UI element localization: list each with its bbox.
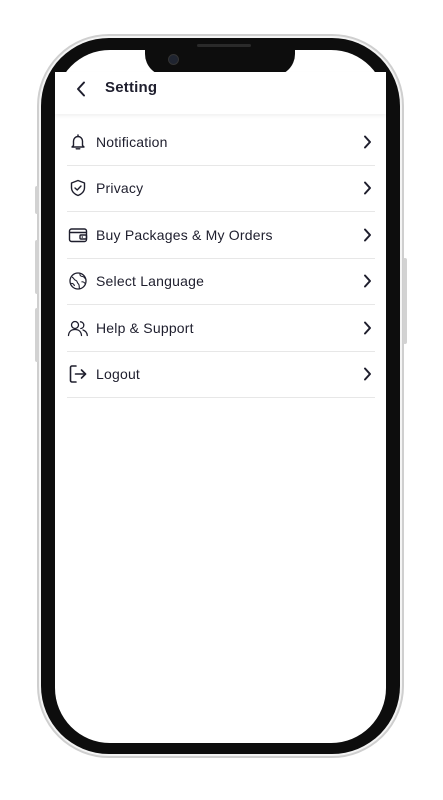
phone-speaker bbox=[197, 44, 251, 47]
chevron-right-icon bbox=[361, 366, 373, 382]
back-button[interactable] bbox=[72, 80, 90, 98]
bell-icon bbox=[67, 131, 89, 153]
users-icon bbox=[67, 317, 89, 339]
menu-item-notification[interactable]: Notification bbox=[67, 119, 375, 166]
menu-item-label: Help & Support bbox=[96, 319, 194, 336]
phone-volume-up-button bbox=[35, 240, 39, 294]
menu-item-label: Select Language bbox=[96, 273, 205, 290]
page-title: Setting bbox=[105, 79, 158, 96]
menu-item-label: Buy Packages & My Orders bbox=[96, 226, 273, 243]
menu-item-logout[interactable]: Logout bbox=[67, 352, 375, 398]
wallet-icon bbox=[67, 224, 89, 246]
chevron-right-icon bbox=[361, 273, 373, 289]
phone-power-button bbox=[403, 258, 407, 344]
settings-menu: Notification Privacy Buy Packages & My O… bbox=[67, 119, 375, 398]
chevron-right-icon bbox=[361, 320, 373, 336]
chevron-right-icon bbox=[361, 134, 373, 150]
phone-side-button bbox=[35, 186, 39, 214]
shield-check-icon bbox=[67, 177, 89, 199]
menu-item-label: Privacy bbox=[96, 180, 144, 197]
phone-camera bbox=[168, 54, 179, 65]
chevron-right-icon bbox=[361, 227, 373, 243]
chevron-right-icon bbox=[361, 180, 373, 196]
phone-volume-down-button bbox=[35, 308, 39, 362]
menu-item-help-support[interactable]: Help & Support bbox=[67, 305, 375, 352]
menu-item-label: Logout bbox=[96, 366, 141, 383]
menu-item-privacy[interactable]: Privacy bbox=[67, 166, 375, 212]
menu-item-label: Notification bbox=[96, 133, 168, 150]
globe-icon bbox=[67, 270, 89, 292]
menu-item-select-language[interactable]: Select Language bbox=[67, 259, 375, 305]
menu-item-buy-packages[interactable]: Buy Packages & My Orders bbox=[67, 212, 375, 259]
chevron-left-icon bbox=[77, 81, 85, 97]
logout-icon bbox=[67, 363, 89, 385]
